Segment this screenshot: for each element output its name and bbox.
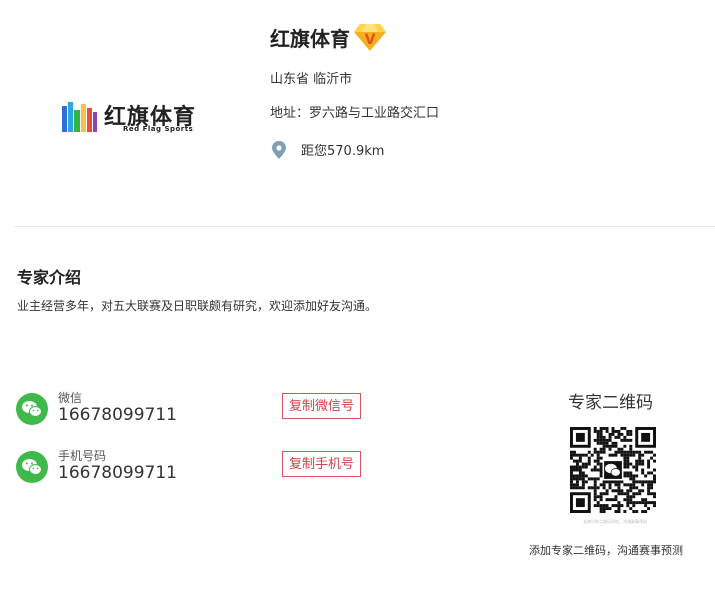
contact-wechat: 微信 16678099711 复制微信号	[16, 389, 376, 429]
contact-value: 16678099711	[58, 405, 177, 425]
wechat-icon	[16, 451, 48, 483]
vip-letter: V	[365, 32, 376, 48]
brand-logo: 红旗体育 Red Flag Sports	[60, 96, 220, 140]
qr-code-icon	[570, 427, 656, 513]
title-row: 红旗体育 V	[270, 22, 387, 52]
page-title: 红旗体育	[270, 26, 350, 51]
intro-heading: 专家介绍	[17, 268, 82, 287]
contact-label: 微信	[58, 391, 83, 405]
contact-phone: 手机号码 16678099711 复制手机号	[16, 447, 376, 487]
qr-caption: 添加专家二维码，沟通赛事预测	[529, 544, 683, 557]
distance-text: 距您570.9km	[301, 144, 385, 159]
vip-diamond-icon: V	[354, 24, 386, 51]
logo-bars-icon	[62, 102, 97, 132]
section-divider	[15, 226, 715, 227]
copy-phone-button[interactable]: 复制手机号	[282, 451, 362, 477]
region-text: 山东省 临沂市	[270, 72, 353, 87]
copy-wechat-button[interactable]: 复制微信号	[282, 393, 362, 419]
distance-row: 距您570.9km	[271, 140, 384, 159]
address-text: 地址：罗六路与工业路交汇口	[270, 106, 440, 121]
logo-subtext: Red Flag Sports	[123, 125, 194, 133]
location-pin-icon	[272, 140, 286, 159]
wechat-icon	[16, 393, 48, 425]
intro-text: 业主经营多年，对五大联赛及日职联颇有研究，欢迎添加好友沟通。	[17, 299, 378, 313]
contact-value: 16678099711	[58, 463, 177, 483]
qr-title: 专家二维码	[568, 393, 653, 413]
contact-label: 手机号码	[58, 449, 107, 463]
qr-hint-text: 长按识别二维码添加，沟通赛事预测	[583, 519, 647, 524]
